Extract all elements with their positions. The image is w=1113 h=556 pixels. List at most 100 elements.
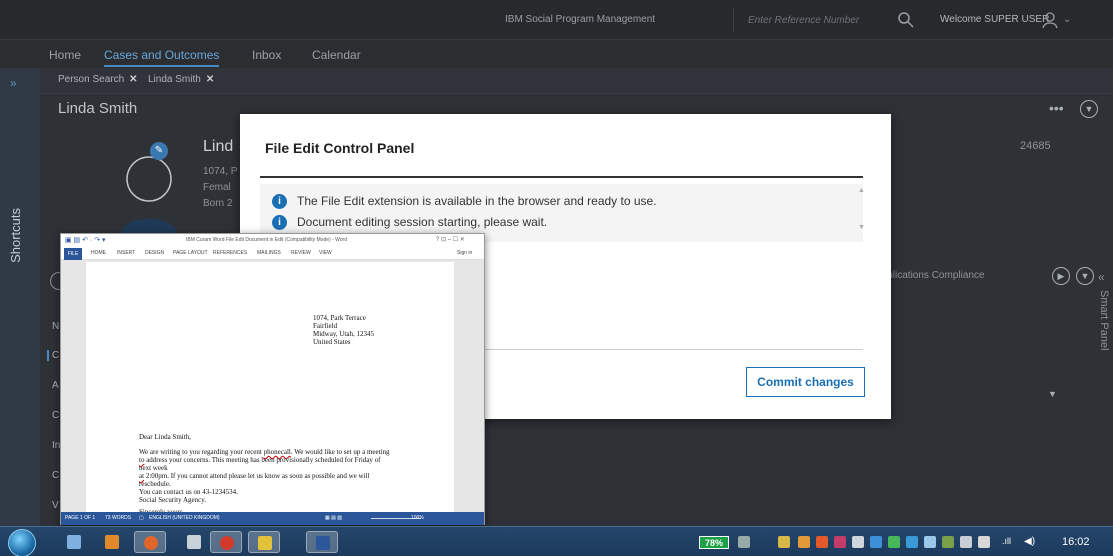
info-icon: i (272, 215, 287, 231)
start-button[interactable] (8, 529, 36, 556)
firefox-icon[interactable] (134, 531, 166, 553)
content-tabs[interactable]: Applications Compliance (875, 270, 985, 281)
document-page[interactable]: 1074, Park Terrace Fairfield Midway, Uta… (86, 262, 454, 516)
tab-label: Linda Smith (148, 74, 201, 85)
ribbon-tab[interactable]: INSERT (117, 250, 135, 256)
side-item[interactable]: C (52, 410, 59, 421)
chevron-down-icon[interactable]: ▼ (1080, 100, 1098, 118)
tab-person-search[interactable]: Person Search ✕ (58, 74, 138, 85)
battery-indicator[interactable]: 78% (699, 536, 729, 549)
letter-body: We are writing to you regarding your rec… (139, 448, 439, 496)
word-count[interactable]: 73 WORDS (105, 515, 131, 521)
page-title: Linda Smith (58, 100, 138, 117)
person-address: 1074, P (203, 166, 238, 177)
commit-changes-button[interactable]: Commit changes (746, 367, 865, 397)
user-icon[interactable] (1040, 10, 1060, 30)
ribbon-tab[interactable]: REVIEW (291, 250, 311, 256)
top-bar: IBM Social Program Management Enter Refe… (0, 0, 1113, 40)
chevron-down-icon[interactable]: ⌄ (1063, 14, 1071, 25)
tray-icon[interactable] (906, 536, 918, 548)
side-item[interactable]: C (47, 350, 59, 361)
nav-home[interactable]: Home (49, 48, 81, 62)
scroll-down-icon[interactable]: ▼ (858, 224, 865, 231)
shortcuts-label[interactable]: Shortcuts (8, 208, 23, 263)
proofing-icon[interactable]: ▢ (139, 515, 144, 521)
tab-label: Person Search (58, 74, 125, 85)
tray-icon[interactable] (778, 536, 790, 548)
tray-icon[interactable] (942, 536, 954, 548)
salutation: Dear Linda Smith, (139, 433, 191, 441)
message-text: The File Edit extension is available in … (297, 194, 657, 208)
word-icon[interactable] (306, 531, 338, 553)
clock[interactable]: 16:02 (1062, 536, 1090, 548)
side-item[interactable]: V (52, 500, 59, 511)
shortcuts-sidebar: » Shortcuts (0, 68, 40, 526)
tray-icon[interactable] (870, 536, 882, 548)
nav-calendar[interactable]: Calendar (312, 48, 361, 62)
info-icon: i (272, 194, 287, 210)
quick-access-toolbar[interactable]: ▣ ▤ ↶ · ↷ ▾ (65, 236, 145, 246)
reference-number-input[interactable]: Enter Reference Number (733, 8, 888, 32)
more-actions-icon[interactable]: ••• (1049, 100, 1064, 116)
tray-icon[interactable] (960, 536, 972, 548)
ribbon-tab[interactable]: REFERENCES (213, 250, 247, 256)
info-message: i The File Edit extension is available in… (272, 194, 657, 210)
nav-inbox[interactable]: Inbox (252, 48, 281, 62)
chevron-down-icon[interactable]: ▼ (1076, 267, 1094, 285)
tray-icon[interactable] (816, 536, 828, 548)
smart-panel-label[interactable]: Smart Panel (1098, 290, 1110, 351)
search-icon[interactable] (897, 11, 915, 29)
view-buttons[interactable]: ▦ ▤ ▧ (325, 515, 342, 521)
side-item[interactable]: A (52, 380, 59, 391)
person-name: Lind (203, 138, 234, 155)
side-item[interactable]: C (52, 470, 59, 481)
tray-icon[interactable] (834, 536, 846, 548)
chrome-icon[interactable] (210, 531, 242, 553)
tray-icon[interactable] (888, 536, 900, 548)
tray-icon[interactable] (852, 536, 864, 548)
ribbon-tab[interactable]: VIEW (319, 250, 332, 256)
next-tab-icon[interactable]: ▶ (1052, 267, 1070, 285)
tray-icon[interactable] (798, 536, 810, 548)
ribbon-tab[interactable]: MAILINGS (257, 250, 281, 256)
ribbon-tab[interactable]: DESIGN (145, 250, 164, 256)
zoom-level[interactable]: 100% (411, 515, 424, 521)
signal-icon[interactable]: .ıll (1002, 536, 1014, 548)
ribbon-tab-file[interactable]: FILE (64, 248, 82, 260)
expand-sidebar-icon[interactable]: » (10, 76, 17, 90)
tray-icon[interactable] (978, 536, 990, 548)
sign-in-link[interactable]: Sign in (457, 250, 472, 256)
person-born: Born 2 (203, 198, 233, 209)
close-icon[interactable]: ✕ (129, 74, 137, 85)
tab-linda-smith[interactable]: Linda Smith ✕ (148, 74, 214, 85)
person-gender: Femal (203, 182, 231, 193)
address-line: United States (313, 338, 351, 346)
ribbon-tab[interactable]: PAGE LAYOUT (173, 250, 208, 256)
collapse-panel-icon[interactable]: « (1098, 270, 1105, 284)
word-ribbon: FILE HOME INSERT DESIGN PAGE LAYOUT REFE… (61, 248, 484, 260)
ribbon-tab[interactable]: HOME (91, 250, 106, 256)
signature: Social Security Agency. (139, 496, 207, 504)
body-text: You can contact us on 43-1234534. (139, 488, 238, 496)
tray-icon[interactable] (738, 536, 750, 548)
side-item[interactable]: N (52, 321, 59, 332)
notes-icon[interactable] (248, 531, 280, 553)
dropdown-arrow-icon[interactable]: ▼ (1048, 389, 1057, 399)
explorer-icon[interactable] (58, 531, 90, 553)
window-controls[interactable]: ? ⊡ – ☐ ✕ (436, 236, 465, 243)
page-count[interactable]: PAGE 1 OF 1 (65, 515, 95, 521)
calculator-icon[interactable] (178, 531, 210, 553)
edit-icon[interactable]: ✎ (150, 142, 168, 160)
tray-icon[interactable] (924, 536, 936, 548)
media-icon[interactable] (96, 531, 128, 553)
nav-cases-and-outcomes[interactable]: Cases and Outcomes (104, 48, 220, 67)
close-icon[interactable]: ✕ (206, 74, 214, 85)
volume-icon[interactable]: ◀) (1024, 536, 1036, 548)
address-block: 1074, Park Terrace Fairfield Midway, Uta… (313, 314, 374, 346)
scroll-up-icon[interactable]: ▲ (858, 187, 865, 194)
main-navigation: Home Cases and Outcomes Inbox Calendar (40, 40, 1113, 68)
body-text: address your concerns. This meeting has … (144, 456, 381, 464)
modal-title: File Edit Control Panel (265, 140, 415, 156)
language[interactable]: ENGLISH (UNITED KINGDOM) (149, 515, 220, 521)
welcome-text: Welcome SUPER USER (940, 14, 1050, 25)
